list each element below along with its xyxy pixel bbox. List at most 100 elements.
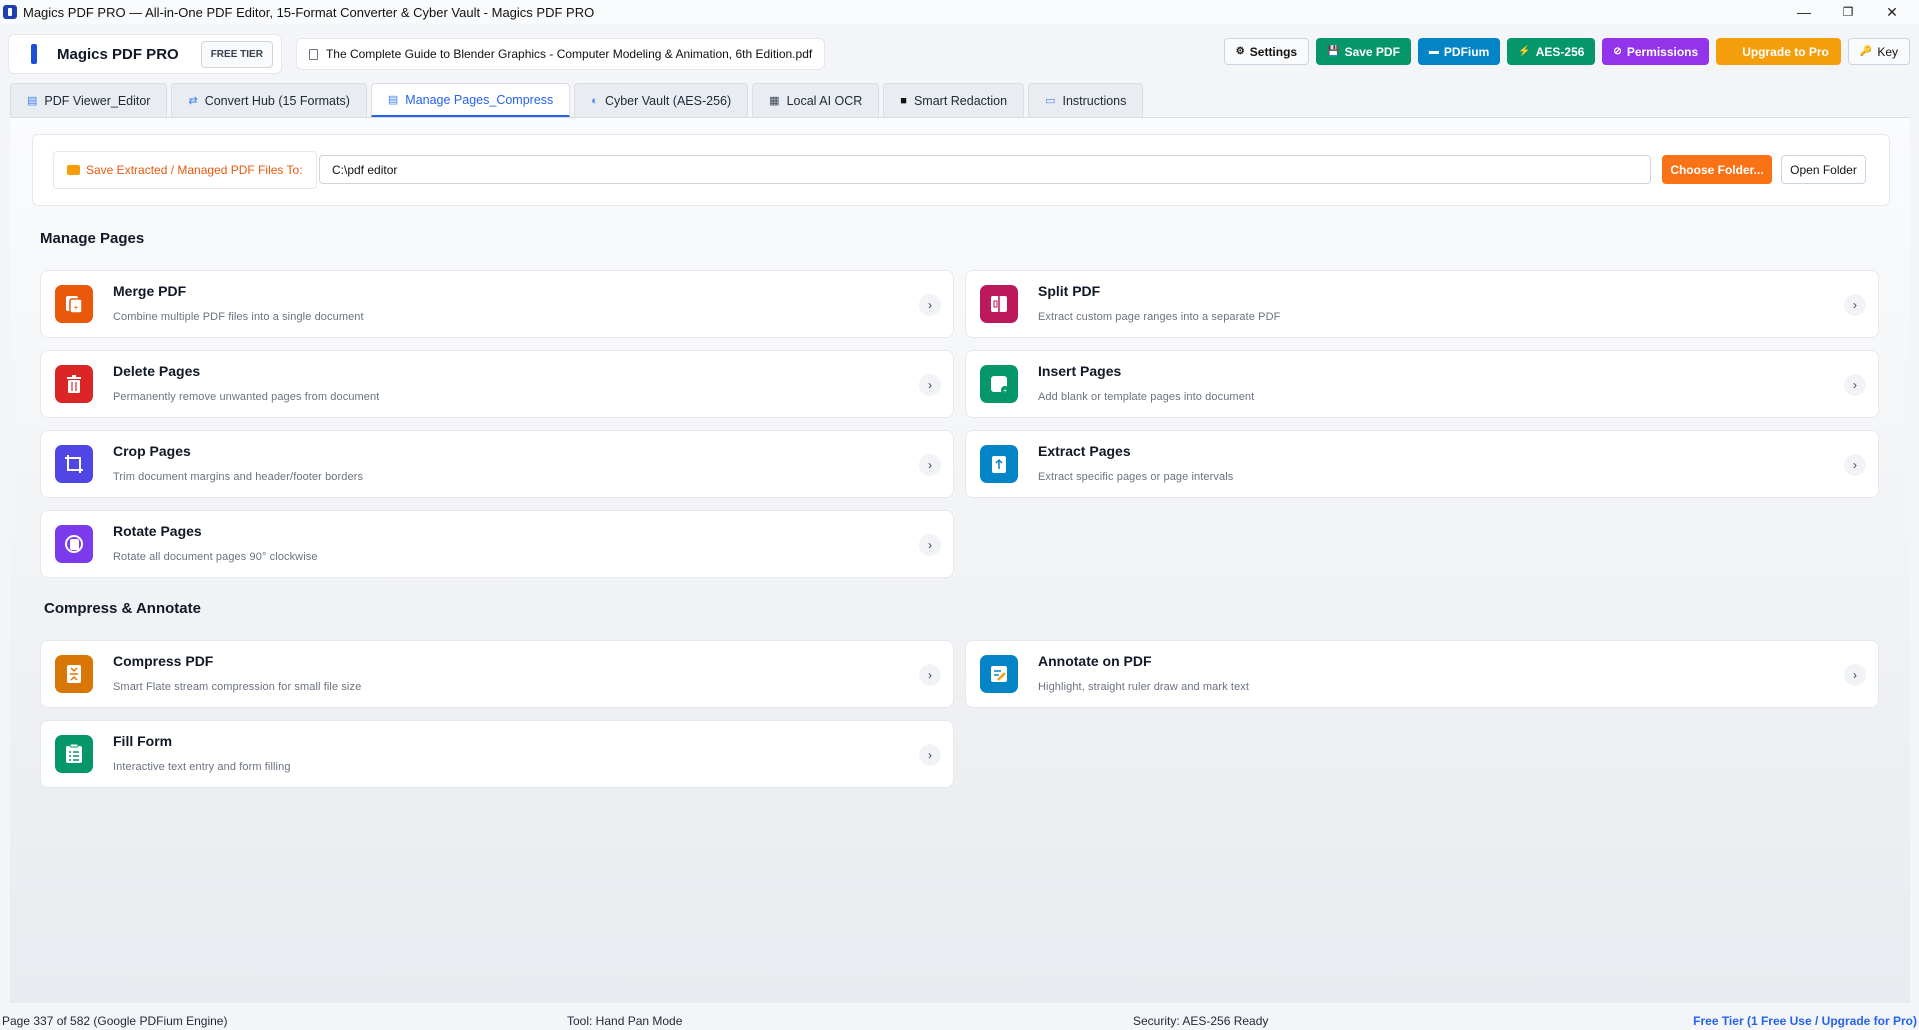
restore-button[interactable]: ❐ xyxy=(1826,0,1870,24)
page-icon: ▤ xyxy=(27,95,38,107)
brand-block: Magics PDF PRO FREE TIER xyxy=(8,34,282,74)
tier-badge: FREE TIER xyxy=(200,40,273,68)
document-icon xyxy=(308,48,318,60)
tool-card-extract-pages[interactable]: Extract Pages Extract specific pages or p… xyxy=(965,430,1879,498)
tab-instructions[interactable]: ▭ Instructions xyxy=(1028,83,1144,117)
current-file-name: The Complete Guide to Blender Graphics -… xyxy=(325,47,813,61)
tool-card-description: Add blank or template pages into documen… xyxy=(1038,391,1255,403)
choose-folder-button[interactable]: Choose Folder... xyxy=(1662,155,1772,184)
tab-smart-redaction[interactable]: ■ Smart Redaction xyxy=(883,83,1025,117)
tab-manage-pages[interactable]: ▤ Manage Pages_Compress xyxy=(370,83,571,117)
pdfium-button[interactable]: ▬ PDFium xyxy=(1417,38,1501,65)
gear-icon: ⚙ xyxy=(1235,46,1245,57)
tool-card-title: Rotate Pages xyxy=(113,523,202,539)
chevron-right-icon[interactable]: › xyxy=(919,294,941,316)
tab-cyber-vault[interactable]: ◐ Cyber Vault (AES-256) xyxy=(574,83,749,117)
aes-256-label: AES-256 xyxy=(1535,44,1585,59)
brand-logo-icon xyxy=(31,44,37,64)
open-folder-button[interactable]: Open Folder xyxy=(1781,155,1866,184)
minimize-button[interactable]: — xyxy=(1782,0,1826,24)
tool-card-title: Annotate on PDF xyxy=(1038,653,1152,669)
key-button[interactable]: 🔑 Key xyxy=(1847,38,1910,65)
pdfium-label: PDFium xyxy=(1443,44,1490,59)
tool-card-title: Fill Form xyxy=(113,733,173,749)
tab-label: Manage Pages_Compress xyxy=(405,92,554,107)
tool-card-rotate-pages[interactable]: Rotate Pages Rotate all document pages 90… xyxy=(40,510,954,578)
save-pdf-label: Save PDF xyxy=(1344,44,1400,59)
chevron-right-icon[interactable]: › xyxy=(919,744,941,766)
tab-label: PDF Viewer_Editor xyxy=(44,93,151,108)
key-label: Key xyxy=(1877,44,1898,59)
tool-card-description: Smart Flate stream compression for small… xyxy=(113,681,362,693)
status-tool: Tool: Hand Pan Mode xyxy=(567,1014,683,1028)
tool-card-title: Insert Pages xyxy=(1038,363,1122,379)
toolbar-buttons: ⚙ Settings 💾 Save PDF ▬ PDFium ⚡ AES-256 ⊘ Pe… xyxy=(1223,38,1910,65)
tab-convert-hub[interactable]: ⇄ Convert Hub (15 Formats) xyxy=(171,83,367,117)
chevron-right-icon[interactable]: › xyxy=(1844,454,1866,476)
permissions-button[interactable]: ⊘ Permissions xyxy=(1602,38,1710,65)
tool-card-description: Highlight, straight ruler draw and mark … xyxy=(1038,681,1250,693)
tool-card-merge-pdf[interactable]: + Merge PDF Combine multiple PDF files int… xyxy=(40,270,954,338)
tool-card-crop-pages[interactable]: Crop Pages Trim document margins and head… xyxy=(40,430,954,498)
tool-card-description: Extract custom page ranges into a separa… xyxy=(1038,311,1281,323)
close-button[interactable]: ✕ xyxy=(1870,0,1914,24)
convert-icon: ⇄ xyxy=(188,95,198,107)
upgrade-button[interactable]: Upgrade to Pro xyxy=(1716,38,1841,65)
window-title: Magics PDF PRO — All-in-One PDF Editor, … xyxy=(23,4,595,20)
key-icon: 🔑 xyxy=(1859,46,1873,57)
tool-card-title: Split PDF xyxy=(1038,283,1101,299)
rotate-icon xyxy=(55,525,93,563)
settings-button[interactable]: ⚙ Settings xyxy=(1223,38,1310,65)
trash-icon xyxy=(55,365,93,403)
svg-text:+: + xyxy=(1003,388,1007,395)
merge-icon: + xyxy=(55,285,93,323)
save-path-label: Save Extracted / Managed PDF Files To: xyxy=(53,151,317,189)
split-icon xyxy=(980,285,1018,323)
page-icon: ▤ xyxy=(387,94,399,106)
chevron-right-icon[interactable]: › xyxy=(919,664,941,686)
tool-card-title: Merge PDF xyxy=(113,283,187,299)
chevron-right-icon[interactable]: › xyxy=(919,454,941,476)
status-tier-link[interactable]: Free Tier (1 Free Use / Upgrade for Pro) xyxy=(1693,1014,1917,1028)
tool-card-description: Extract specific pages or page intervals xyxy=(1038,471,1234,483)
main-tabs: ▤ PDF Viewer_Editor ⇄ Convert Hub (15 Form… xyxy=(10,83,1144,117)
permissions-label: Permissions xyxy=(1626,44,1699,59)
chevron-right-icon[interactable]: › xyxy=(1844,294,1866,316)
redaction-icon: ■ xyxy=(900,94,907,107)
crop-icon xyxy=(55,445,93,483)
tool-card-title: Crop Pages xyxy=(113,443,191,459)
tab-local-ai-ocr[interactable]: ▦ Local AI OCR xyxy=(752,83,880,117)
engine-icon: ▬ xyxy=(1428,46,1439,57)
tool-card-split-pdf[interactable]: Split PDF Extract custom page ranges into… xyxy=(965,270,1879,338)
save-pdf-button[interactable]: 💾 Save PDF xyxy=(1316,38,1411,65)
tool-card-delete-pages[interactable]: Delete Pages Permanently remove unwanted … xyxy=(40,350,954,418)
tab-label: Local AI OCR xyxy=(786,93,863,108)
floppy-icon: 💾 xyxy=(1327,46,1340,57)
tab-label: Instructions xyxy=(1062,93,1127,108)
tool-card-description: Trim document margins and header/footer … xyxy=(113,471,364,483)
tab-label: Cyber Vault (AES-256) xyxy=(604,93,732,108)
tool-card-fill-form[interactable]: Fill Form Interactive text entry and form… xyxy=(40,720,954,788)
tab-pdf-viewer[interactable]: ▤ PDF Viewer_Editor xyxy=(10,83,168,117)
chevron-right-icon[interactable]: › xyxy=(919,534,941,556)
tool-card-compress-pdf[interactable]: Compress PDF Smart Flate stream compressi… xyxy=(40,640,954,708)
tool-card-description: Permanently remove unwanted pages from d… xyxy=(113,391,380,403)
insert-page-icon: + xyxy=(980,365,1018,403)
chevron-right-icon[interactable]: › xyxy=(1844,664,1866,686)
tool-card-insert-pages[interactable]: + Insert Pages Add blank or template pages… xyxy=(965,350,1879,418)
form-icon xyxy=(55,735,93,773)
status-page: Page 337 of 582 (Google PDFium Engine) xyxy=(2,1014,228,1028)
book-icon: ▭ xyxy=(1045,95,1056,107)
app-logo-icon xyxy=(3,5,17,19)
annotate-icon xyxy=(980,655,1018,693)
ocr-icon: ▦ xyxy=(769,95,780,107)
chevron-right-icon[interactable]: › xyxy=(919,374,941,396)
save-path-input[interactable] xyxy=(319,155,1651,184)
tool-card-annotate-on-pdf[interactable]: Annotate on PDF Highlight, straight ruler… xyxy=(965,640,1879,708)
tool-card-description: Interactive text entry and form filling xyxy=(113,761,291,773)
bolt-icon: ⚡ xyxy=(1518,46,1531,57)
save-path-label-text: Save Extracted / Managed PDF Files To: xyxy=(86,163,303,177)
aes-256-button[interactable]: ⚡ AES-256 xyxy=(1507,38,1596,65)
chevron-right-icon[interactable]: › xyxy=(1844,374,1866,396)
save-path-bar: Save Extracted / Managed PDF Files To: C… xyxy=(32,134,1890,206)
